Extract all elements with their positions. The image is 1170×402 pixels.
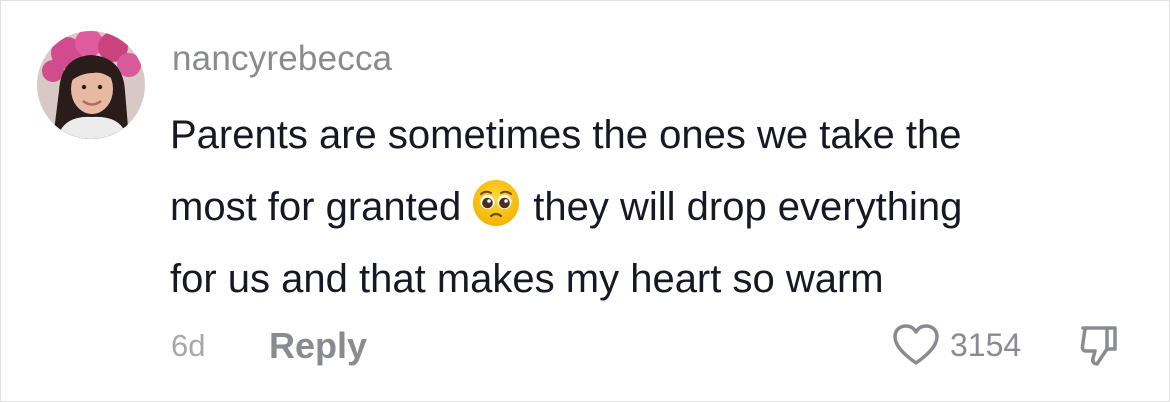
comment-segment: most for granted [170, 185, 462, 229]
thumbs-down-outline-icon[interactable] [1077, 323, 1121, 367]
comment-text: Parents are sometimes the ones we take t… [170, 99, 1150, 315]
reply-button[interactable]: Reply [269, 325, 367, 367]
like-count: 3154 [950, 326, 1022, 363]
username[interactable]: nancyrebecca [172, 39, 392, 79]
avatar[interactable] [37, 31, 145, 139]
comment-line: for us and that makes my heart so warm [170, 257, 884, 301]
comment-card: nancyrebecca Parents are sometimes the o… [0, 0, 1170, 402]
like-button[interactable]: 3154 [892, 323, 1021, 367]
pleading-face-emoji [471, 178, 521, 228]
heart-outline-icon[interactable] [892, 323, 940, 367]
timestamp: 6d [171, 328, 206, 363]
dislike-button[interactable] [1077, 323, 1121, 367]
comment-line: Parents are sometimes the ones we take t… [170, 113, 962, 157]
comment-segment: they will drop everything [533, 185, 963, 229]
comment-line: most for granted they will drop everythi… [170, 171, 1150, 243]
